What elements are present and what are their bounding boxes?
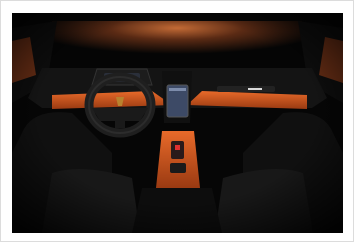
car-interior-photo [12, 13, 343, 233]
image-frame [0, 0, 354, 242]
interior-illustration [12, 13, 343, 233]
vignette [12, 13, 343, 233]
